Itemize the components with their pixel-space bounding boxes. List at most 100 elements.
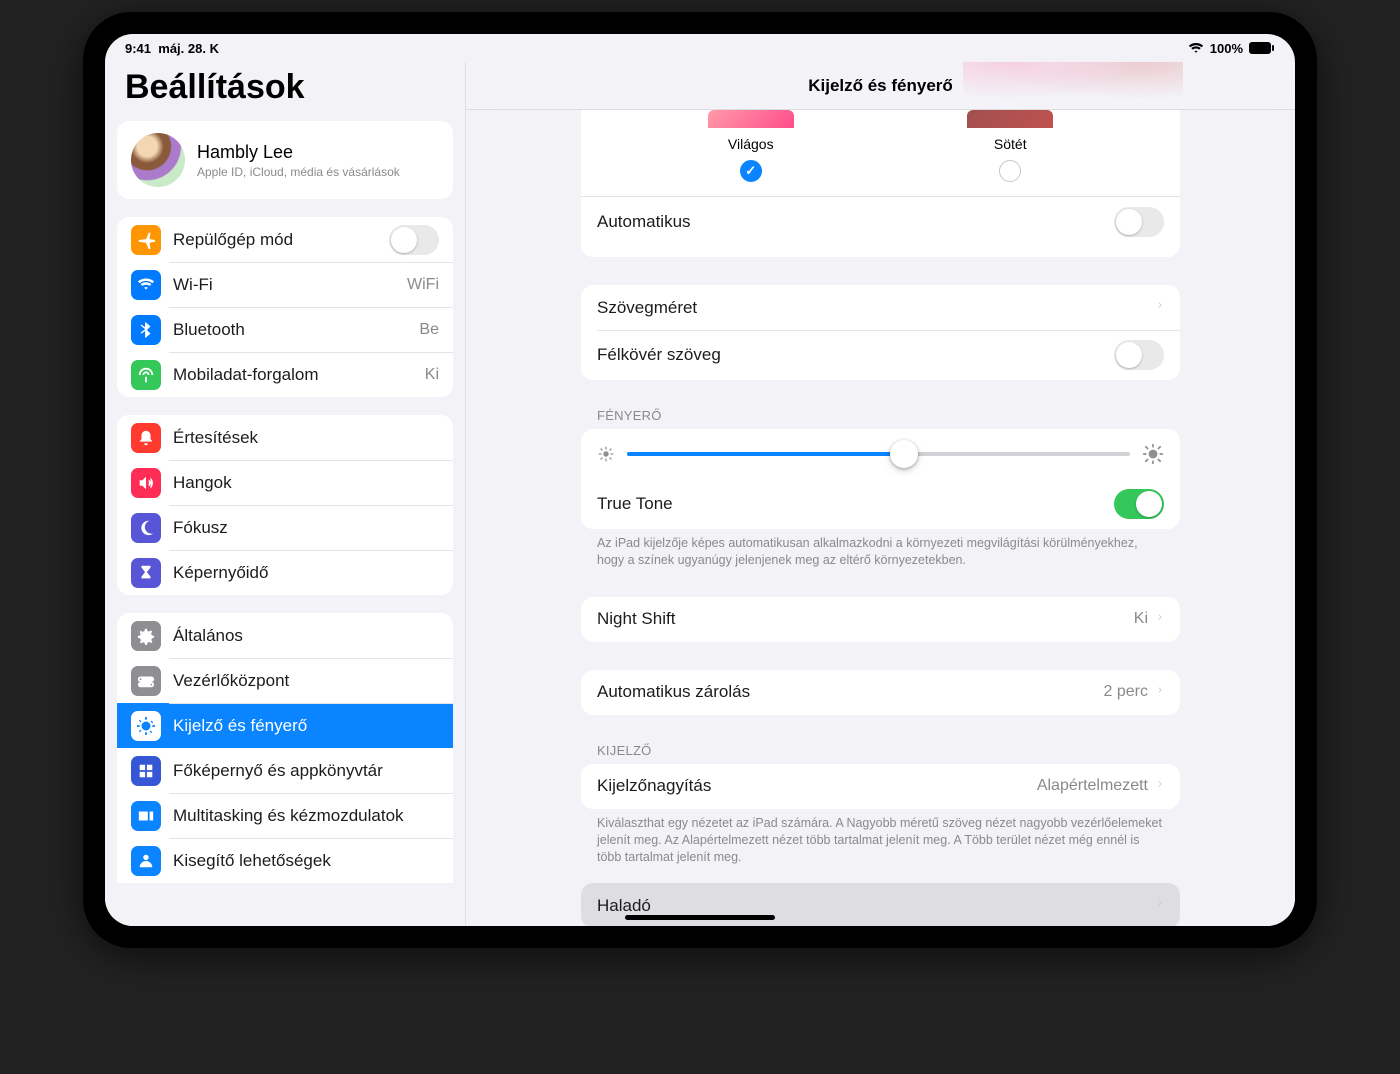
status-battery: 100% xyxy=(1210,41,1243,56)
main-pane: Kijelző és fényerő Világos xyxy=(465,62,1295,926)
battery-icon xyxy=(1249,42,1275,54)
sidebar-item-airplane[interactable]: Repülőgép mód xyxy=(117,217,453,262)
auto-lock-label: Automatikus zárolás xyxy=(597,682,1096,702)
bluetooth-icon xyxy=(131,315,161,345)
sidebar-item-label: Értesítések xyxy=(173,428,439,448)
true-tone-note: Az iPad kijelzője képes automatikusan al… xyxy=(581,529,1180,569)
sidebar-item-switches[interactable]: Vezérlőközpont xyxy=(117,658,453,703)
sidebar-item-bluetooth[interactable]: Bluetooth Be xyxy=(117,307,453,352)
home-indicator[interactable] xyxy=(625,915,775,920)
text-size-label: Szövegméret xyxy=(597,298,1148,318)
chevron-icon xyxy=(1156,683,1164,702)
grid-icon xyxy=(131,756,161,786)
sidebar-item-hourglass[interactable]: Képernyőidő xyxy=(117,550,453,595)
sidebar-item-moon[interactable]: Fókusz xyxy=(117,505,453,550)
sidebar-item-label: Hangok xyxy=(173,473,439,493)
radio-light[interactable] xyxy=(740,160,762,182)
sidebar-item-person[interactable]: Kisegítő lehetőségek xyxy=(117,838,453,883)
auto-lock-value: 2 perc xyxy=(1104,683,1148,701)
sidebar-item-bell[interactable]: Értesítések xyxy=(117,415,453,460)
sidebar-item-label: Mobiladat-forgalom xyxy=(173,365,417,385)
chevron-icon xyxy=(1156,896,1164,915)
moon-icon xyxy=(131,513,161,543)
sidebar-item-gear[interactable]: Általános xyxy=(117,613,453,658)
row-night-shift[interactable]: Night Shift Ki xyxy=(581,597,1180,642)
chevron-icon xyxy=(1156,298,1164,317)
switch-auto-appearance[interactable] xyxy=(1114,207,1164,237)
wifi-icon xyxy=(131,270,161,300)
status-bar: 9:41 máj. 28. K 100% xyxy=(105,34,1295,62)
sun-icon xyxy=(131,711,161,741)
sidebar-item-label: Wi-Fi xyxy=(173,275,399,295)
brightness-card: True Tone xyxy=(581,429,1180,529)
switch-airplane[interactable] xyxy=(389,225,439,255)
sidebar-group-general: Általános Vezérlőközpont Kijelző és fényer… xyxy=(117,613,453,883)
sidebar-item-label: Bluetooth xyxy=(173,320,411,340)
sidebar: Beállítások Hambly Lee Apple ID, iCloud,… xyxy=(105,62,465,926)
row-display-zoom[interactable]: Kijelzőnagyítás Alapértelmezett xyxy=(581,764,1180,809)
appearance-light-label: Világos xyxy=(728,136,774,152)
display-zoom-note: Kiválaszthat egy nézetet az iPad számára… xyxy=(581,809,1180,866)
row-auto-appearance[interactable]: Automatikus xyxy=(581,197,1180,247)
sidebar-item-label: Vezérlőközpont xyxy=(173,671,439,691)
airplane-icon xyxy=(131,225,161,255)
display-card: Kijelzőnagyítás Alapértelmezett xyxy=(581,764,1180,809)
sun-small-icon xyxy=(597,445,615,463)
page-title: Kijelző és fényerő xyxy=(808,76,953,96)
main-scroll[interactable]: Világos Sötét Automatikus xyxy=(466,110,1295,926)
sidebar-title: Beállítások xyxy=(125,68,445,107)
profile-card[interactable]: Hambly Lee Apple ID, iCloud, média és vá… xyxy=(117,121,453,199)
section-brightness: Fényerő xyxy=(597,408,1180,423)
text-card: Szövegméret Félkövér szöveg xyxy=(581,285,1180,380)
sidebar-group-notifications: Értesítések Hangok Fókusz Képernyőidő xyxy=(117,415,453,595)
chevron-icon xyxy=(1156,777,1164,796)
sidebar-item-value: Be xyxy=(419,321,439,339)
radio-dark[interactable] xyxy=(999,160,1021,182)
chevron-icon xyxy=(1156,610,1164,629)
bold-text-label: Félkövér szöveg xyxy=(597,345,1114,365)
main-header: Kijelző és fényerő xyxy=(466,62,1295,110)
switch-bold-text[interactable] xyxy=(1114,340,1164,370)
sidebar-item-label: Általános xyxy=(173,626,439,646)
sidebar-item-label: Repülőgép mód xyxy=(173,230,389,250)
appearance-dark[interactable]: Sötét xyxy=(967,110,1053,182)
appearance-light[interactable]: Világos xyxy=(708,110,794,182)
sidebar-item-rects[interactable]: Multitasking és kézmozdulatok xyxy=(117,793,453,838)
brightness-slider[interactable] xyxy=(627,452,1130,456)
switches-icon xyxy=(131,666,161,696)
antenna-icon xyxy=(131,360,161,390)
advanced-label: Haladó xyxy=(597,896,1148,916)
row-text-size[interactable]: Szövegméret xyxy=(581,285,1180,330)
sidebar-item-label: Kijelző és fényerő xyxy=(173,716,439,736)
row-brightness-slider[interactable] xyxy=(581,429,1180,479)
row-auto-lock[interactable]: Automatikus zárolás 2 perc xyxy=(581,670,1180,715)
status-date: máj. 28. K xyxy=(158,41,219,56)
profile-subtitle: Apple ID, iCloud, média és vásárlások xyxy=(197,165,400,179)
appearance-card: Világos Sötét Automatikus xyxy=(581,110,1180,257)
gear-icon xyxy=(131,621,161,651)
sidebar-item-sun[interactable]: Kijelző és fényerő xyxy=(117,703,453,748)
preview-light xyxy=(708,110,794,128)
status-time: 9:41 xyxy=(125,41,151,56)
row-bold-text[interactable]: Félkövér szöveg xyxy=(581,330,1180,380)
auto-label: Automatikus xyxy=(597,212,1114,232)
sidebar-item-value: WiFi xyxy=(407,276,439,294)
speaker-icon xyxy=(131,468,161,498)
switch-true-tone[interactable] xyxy=(1114,489,1164,519)
sidebar-item-antenna[interactable]: Mobiladat-forgalomKi xyxy=(117,352,453,397)
sidebar-item-wifi[interactable]: Wi-Fi WiFi xyxy=(117,262,453,307)
sidebar-item-speaker[interactable]: Hangok xyxy=(117,460,453,505)
night-shift-label: Night Shift xyxy=(597,609,1126,629)
row-true-tone[interactable]: True Tone xyxy=(581,479,1180,529)
avatar xyxy=(131,133,185,187)
appearance-dark-label: Sötét xyxy=(994,136,1027,152)
profile-name: Hambly Lee xyxy=(197,142,400,163)
bell-icon xyxy=(131,423,161,453)
sidebar-item-grid[interactable]: Főképernyő és appkönyvtár xyxy=(117,748,453,793)
display-zoom-value: Alapértelmezett xyxy=(1037,777,1148,795)
sidebar-item-label: Képernyőidő xyxy=(173,563,439,583)
slider-knob[interactable] xyxy=(890,440,918,468)
sidebar-group-connectivity: Repülőgép mód Wi-Fi WiFi Bluetooth Be Mobilad… xyxy=(117,217,453,397)
sidebar-item-label: Fókusz xyxy=(173,518,439,538)
autolock-card: Automatikus zárolás 2 perc xyxy=(581,670,1180,715)
